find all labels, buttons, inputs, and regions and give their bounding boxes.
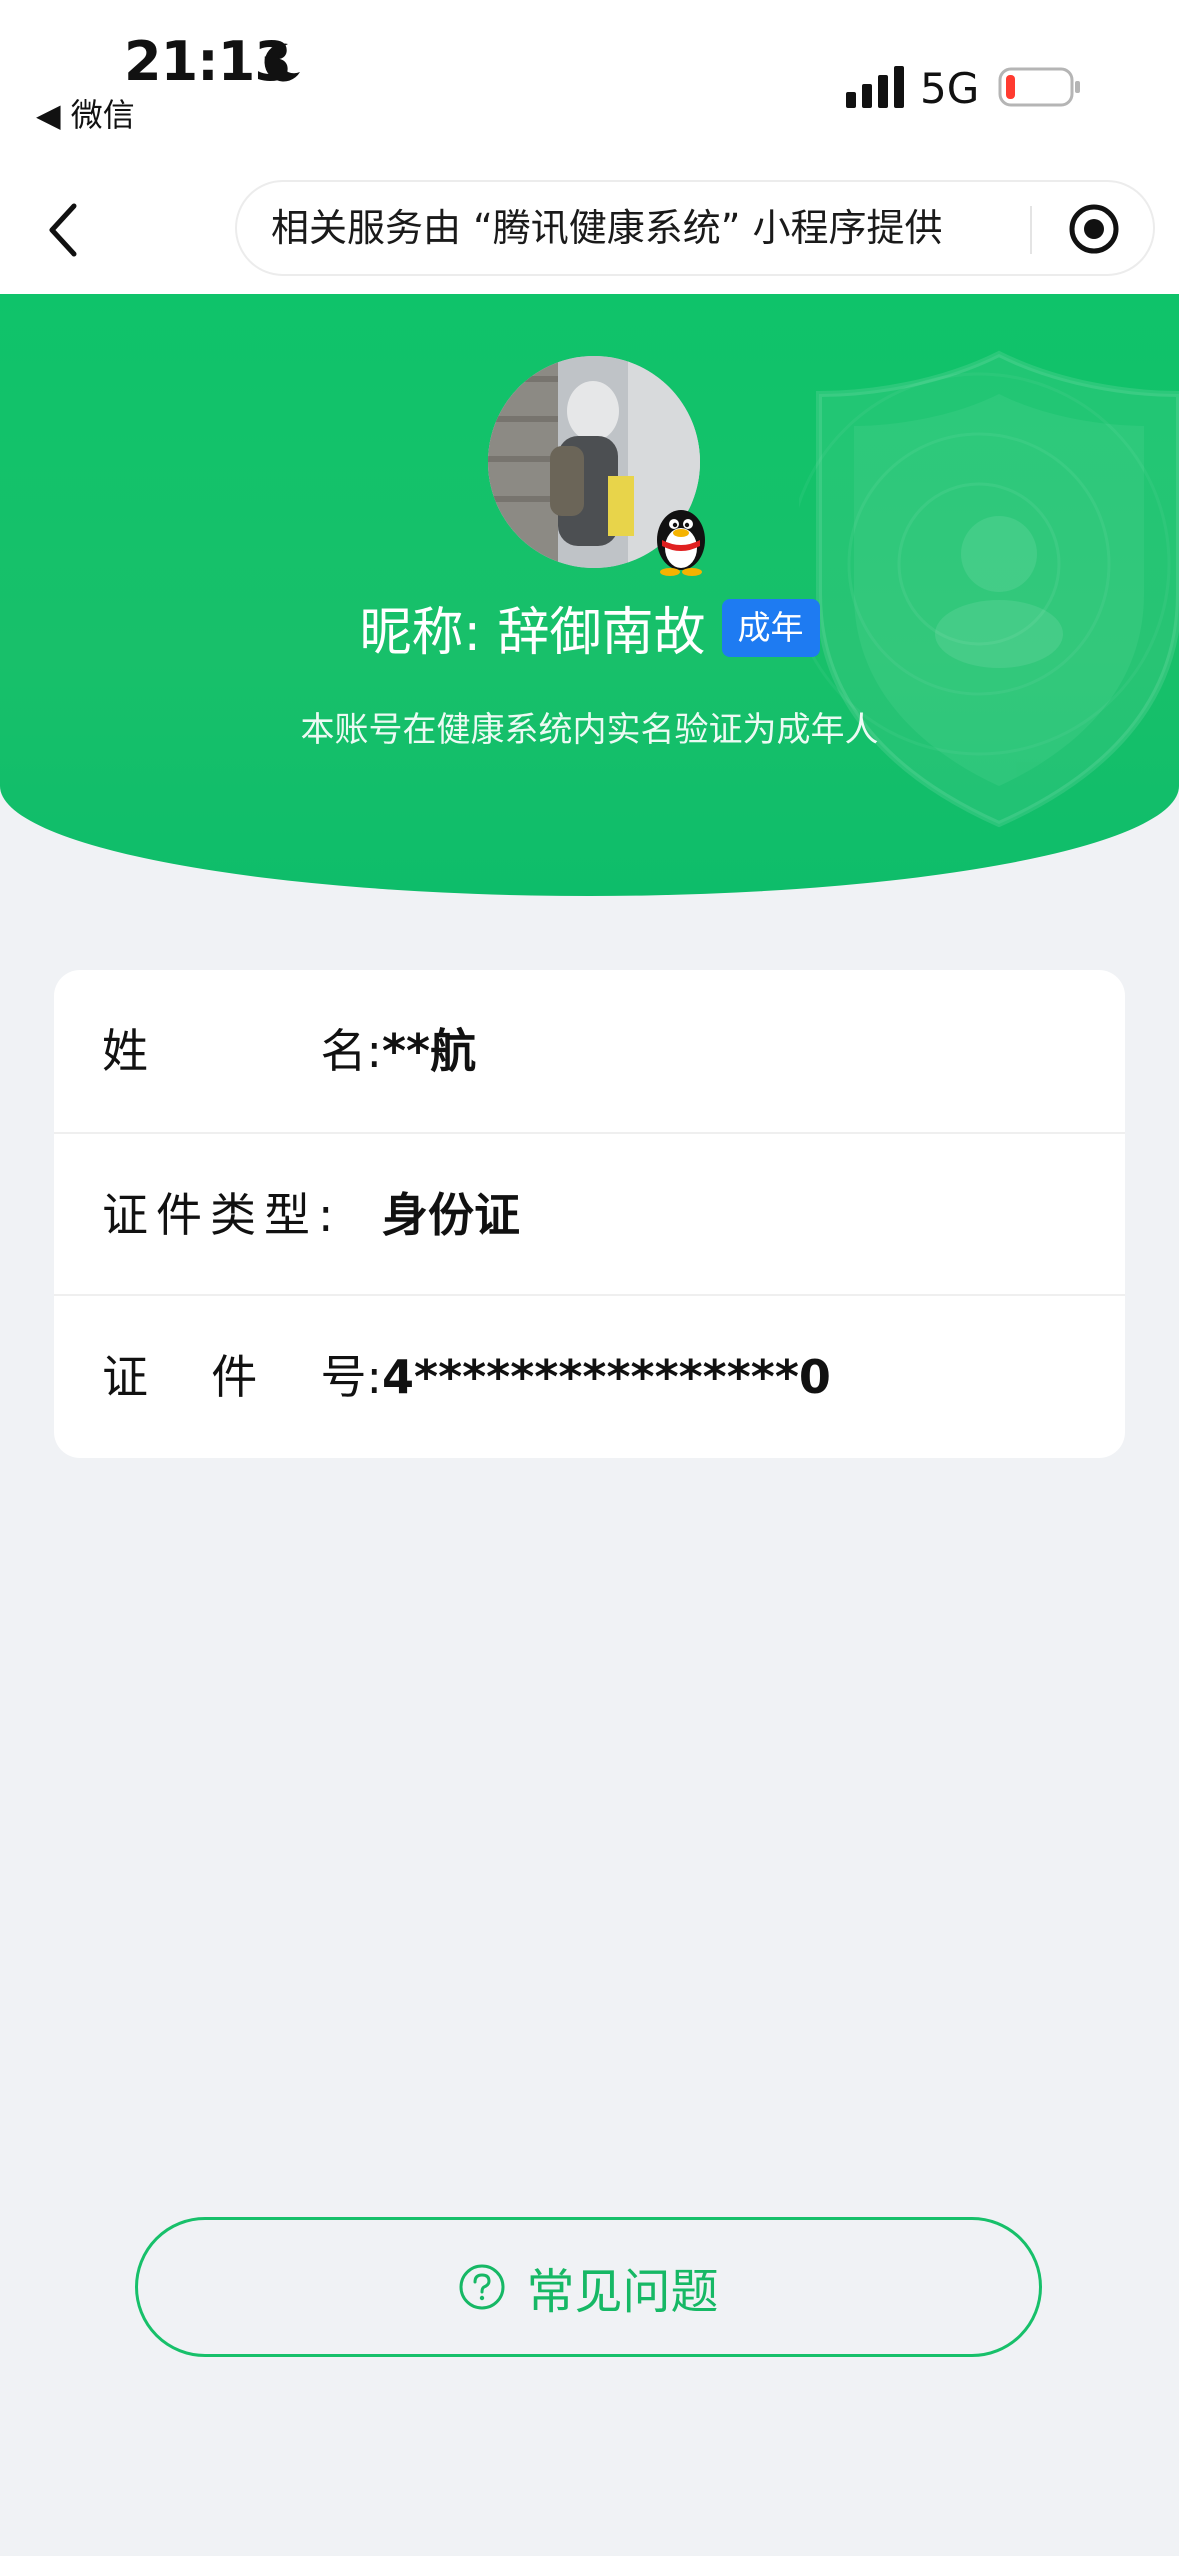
service-provider-text: 相关服务由 “腾讯健康系统” 小程序提供: [271, 206, 943, 250]
battery-low-icon: [998, 67, 1080, 107]
back-to-wechat-link[interactable]: ◀ 微信: [36, 90, 135, 136]
close-miniprogram-icon[interactable]: [1067, 202, 1121, 256]
adult-badge: 成年: [721, 598, 820, 657]
id-type-label: 证件类型:: [102, 1134, 388, 1296]
capsule-divider: [1030, 206, 1032, 254]
info-row-id-type: 证件类型: 身份证: [54, 1132, 1125, 1296]
name-label-first: 姓: [102, 1024, 148, 1078]
qq-penguin-icon: [657, 510, 705, 576]
id-number-label-first: 证: [102, 1350, 148, 1404]
faq-label: 常见问题: [526, 2264, 719, 2320]
name-label: 姓 名:: [102, 970, 388, 1132]
status-bar: 21:13 ◀ 微信 5G: [0, 0, 1179, 160]
profile-header: 昵称: 辞御南故 成年 本账号在健康系统内实名验证为成年人: [0, 294, 1179, 896]
network-type: 5G: [920, 64, 980, 113]
info-row-name: 姓 名: **航: [54, 970, 1125, 1132]
id-number-label-third: 号:: [320, 1350, 383, 1404]
id-number-value: 4****************0: [382, 1350, 831, 1404]
name-label-second: 名:: [320, 1024, 383, 1078]
info-row-id-number: 证 件 号: 4****************0: [54, 1294, 1125, 1458]
moon-icon: [264, 43, 300, 82]
back-arrow-icon[interactable]: [42, 200, 82, 260]
question-circle-icon: [459, 2264, 505, 2310]
identity-info-card: 姓 名: **航 证件类型: 身份证 证 件 号: 4*************…: [54, 970, 1125, 1458]
id-number-label-second: 件: [211, 1350, 258, 1404]
id-number-label: 证 件 号:: [102, 1296, 388, 1458]
faq-button[interactable]: 常见问题: [135, 2217, 1042, 2357]
cellular-signal-icon: [846, 66, 904, 108]
id-type-value: 身份证: [382, 1188, 520, 1242]
service-provider-capsule[interactable]: 相关服务由 “腾讯健康系统” 小程序提供: [235, 180, 1155, 276]
id-type-label-text: 证件类型:: [102, 1188, 342, 1242]
nickname-text: 昵称: 辞御南故: [359, 603, 706, 663]
nickname-row: 昵称: 辞御南故 成年: [0, 590, 1179, 665]
name-value: **航: [382, 1024, 477, 1078]
verification-text: 本账号在健康系统内实名验证为成年人: [300, 710, 879, 750]
mini-program-navbar: 相关服务由 “腾讯健康系统” 小程序提供: [0, 160, 1179, 294]
